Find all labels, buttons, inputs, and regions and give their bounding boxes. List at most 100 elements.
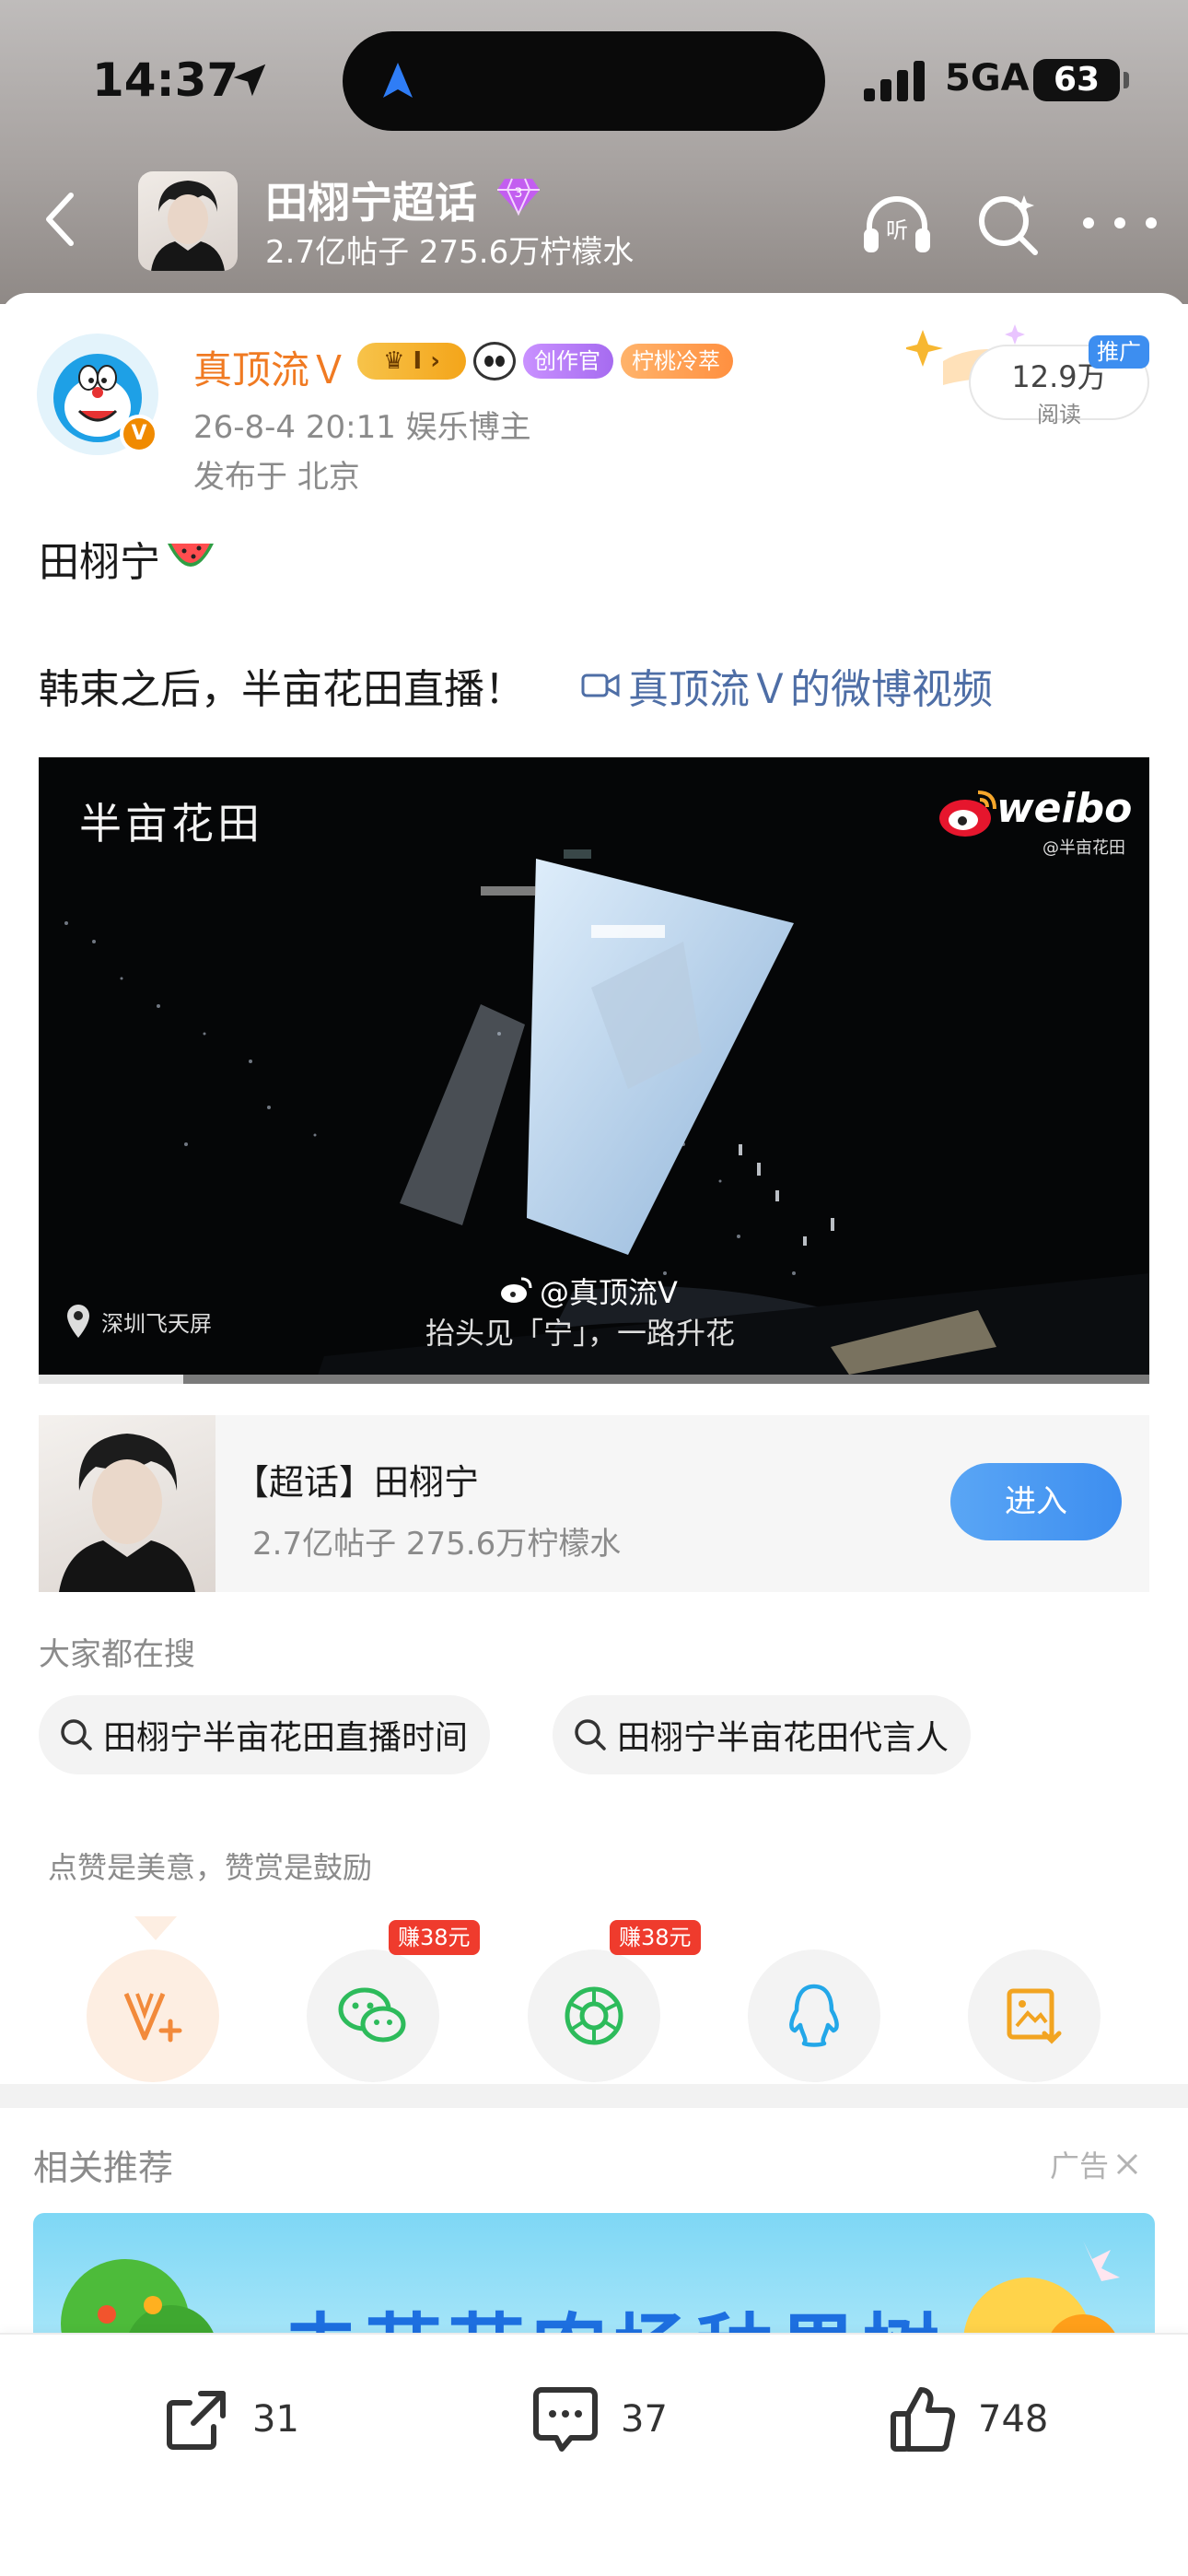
share-moments-button[interactable] — [528, 1950, 660, 2082]
share-wechat-button[interactable] — [307, 1950, 439, 2082]
topic-header: 14:37 5GA 63 田栩宁超话 3 2.7亿帖子 275.6万柠檬水 听 — [0, 0, 1188, 304]
location-pin-icon — [67, 1305, 89, 1338]
listen-icon: 听 — [864, 196, 930, 252]
search-icon — [61, 1719, 92, 1751]
search-chip-text: 田栩宁半亩花田代言人 — [617, 1719, 949, 1757]
more-button[interactable] — [1083, 206, 1157, 240]
post-text-line1: 田栩宁 — [39, 529, 215, 588]
share-action[interactable]: 31 — [160, 2383, 299, 2456]
video-progress-fill — [39, 1375, 183, 1384]
gem-icon: 3 — [497, 178, 540, 217]
panda-badge[interactable] — [473, 342, 516, 381]
like-count: 748 — [978, 2398, 1049, 2441]
svg-text:听: 听 — [886, 217, 908, 243]
post-action-bar: 31 37 748 — [0, 2333, 1188, 2576]
level-badge-text: I — [413, 347, 423, 375]
qq-icon — [789, 1984, 839, 2047]
post-text-line2: 韩束之后，半亩花田直播！ — [39, 666, 525, 713]
search-chip-text: 田栩宁半亩花田直播时间 — [103, 1719, 469, 1757]
search-sparkle-icon — [979, 195, 1038, 255]
weibo-watermark-text: weibo — [996, 785, 1133, 832]
video-camera-icon — [581, 673, 620, 697]
battery-level: 63 — [1033, 59, 1120, 101]
read-label: 阅读 — [1037, 402, 1081, 427]
weibo-watermark-handle: @半亩花田 — [1042, 838, 1125, 858]
topic-bar: 田栩宁超话 3 2.7亿帖子 275.6万柠檬水 听 — [0, 162, 1188, 282]
save-image-button[interactable] — [968, 1950, 1101, 2082]
share-icon — [167, 2391, 226, 2450]
save-image-icon — [1007, 1988, 1062, 2044]
comment-count: 37 — [621, 2398, 668, 2441]
listen-button[interactable]: 听 — [860, 192, 934, 256]
search-button[interactable] — [974, 190, 1042, 258]
dynamic-island — [343, 31, 825, 131]
share-row: 赚38元 赚38元 — [0, 1914, 1188, 2082]
tip-pointer-icon — [134, 1916, 177, 1940]
search-chip[interactable]: 田栩宁半亩花田代言人 — [553, 1695, 972, 1774]
search-chip[interactable]: 田栩宁半亩花田直播时间 — [39, 1695, 491, 1774]
fan-badge[interactable]: 柠桃冷萃 — [621, 344, 733, 379]
svg-text:3: 3 — [515, 186, 523, 201]
video-caption: 抬头见「宁」，一路升花 — [425, 1316, 736, 1351]
like-icon — [891, 2387, 956, 2452]
video-progress-bar[interactable] — [39, 1375, 1149, 1384]
like-action[interactable]: 748 — [886, 2383, 1048, 2456]
person-photo — [59, 1434, 195, 1592]
share-count: 31 — [252, 2398, 299, 2441]
supertopic-card[interactable]: 【超话】田栩宁 2.7亿帖子 275.6万柠檬水 进入 — [39, 1415, 1149, 1592]
ad-label-text: 广告 — [1050, 2149, 1110, 2184]
comment-action[interactable]: 37 — [529, 2383, 668, 2456]
video-location-text: 深圳飞天屏 — [101, 1310, 212, 1337]
more-icon-dot — [1083, 217, 1094, 228]
ad-label[interactable]: 广告 — [1050, 2143, 1140, 2185]
share-qq-button[interactable] — [748, 1950, 880, 2082]
status-bar: 14:37 5GA 63 — [0, 0, 1188, 157]
navigation-icon — [383, 63, 413, 98]
author-name[interactable]: 真顶流Ｖ — [193, 339, 348, 395]
more-icon-dot — [1114, 217, 1125, 228]
tip-icon — [123, 1993, 182, 2043]
video-caption-user: @真顶流V — [499, 1270, 678, 1312]
post-location: 发布于 北京 — [193, 459, 360, 496]
level-badge[interactable]: ♛ I › — [357, 343, 466, 380]
moments-icon — [565, 1986, 623, 2045]
topic-avatar[interactable] — [138, 171, 238, 271]
promo-tag: 推广 — [1089, 335, 1149, 369]
close-icon — [1116, 2153, 1138, 2175]
comment-icon — [533, 2387, 598, 2452]
supertopic-thumbnail — [39, 1415, 215, 1592]
video-player[interactable]: 半亩花田 weibo @半亩花田 深圳飞天屏 @真顶流V 抬头见「宁」，一路升花 — [39, 757, 1149, 1384]
verified-v-badge: V — [120, 415, 158, 453]
person-photo — [151, 181, 225, 271]
creator-badge[interactable]: 创作官 — [523, 344, 613, 379]
topic-title: 田栩宁超话 — [265, 178, 477, 228]
video-link[interactable]: 真顶流Ｖ的微博视频 — [580, 656, 993, 715]
weibo-logo-icon — [939, 790, 996, 837]
recommend-title: 相关推荐 — [33, 2148, 174, 2188]
network-type: 5GA — [945, 57, 1030, 100]
section-divider — [0, 2084, 1188, 2108]
supertopic-stats: 2.7亿帖子 275.6万柠檬水 — [252, 1526, 622, 1563]
battery-tip — [1124, 72, 1129, 88]
video-link-text: 真顶流Ｖ的微博视频 — [628, 666, 993, 713]
back-button[interactable] — [28, 182, 92, 256]
earn-badge-moments: 赚38元 — [610, 1920, 701, 1955]
location-arrow-icon — [233, 64, 266, 97]
earn-badge-wechat: 赚38元 — [389, 1920, 480, 1955]
video-location: 深圳飞天屏 — [64, 1303, 212, 1340]
enter-supertopic-button[interactable]: 进入 — [950, 1463, 1122, 1540]
topic-stats: 2.7亿帖子 275.6万柠檬水 — [265, 234, 635, 271]
status-time: 14:37 — [92, 53, 239, 107]
video-caption-user-text: @真顶流V — [540, 1275, 678, 1310]
post-text-name: 田栩宁 — [39, 539, 160, 586]
signal-icon — [864, 61, 925, 101]
search-icon — [575, 1719, 606, 1751]
author-badges: ♛ I › 创作官 柠桃冷萃 — [357, 341, 733, 381]
watermelon-emoji — [168, 544, 214, 567]
reward-hint: 点赞是美意，赞赏是鼓励 — [48, 1850, 373, 1885]
wechat-icon — [338, 1987, 406, 2043]
tip-button[interactable] — [87, 1950, 219, 2082]
trending-searches-title: 大家都在搜 — [39, 1636, 195, 1673]
post-meta: 26-8-4 20:11 娱乐博主 — [193, 409, 531, 446]
more-icon-dot — [1146, 217, 1157, 228]
